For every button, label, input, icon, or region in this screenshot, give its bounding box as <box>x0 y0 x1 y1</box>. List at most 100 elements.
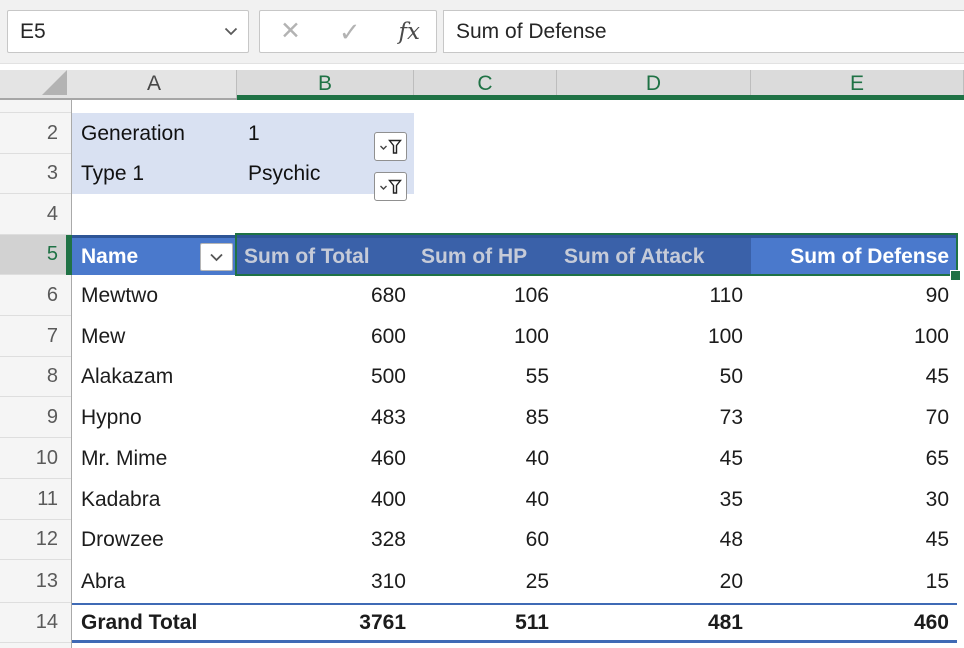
row-header-8[interactable]: 8 <box>0 357 71 397</box>
cell-D12[interactable]: 48 <box>557 520 751 560</box>
cell-E9[interactable]: 70 <box>751 397 957 438</box>
pivot-header-sum-of-attack[interactable]: Sum of Attack <box>557 238 751 275</box>
column-header-A[interactable]: A <box>72 70 237 98</box>
table-row-13: Abra310252015 <box>72 560 957 603</box>
cell-C11[interactable]: 40 <box>414 479 557 520</box>
pivot-header-sum-of-hp[interactable]: Sum of HP <box>414 238 557 275</box>
cell-E14[interactable]: 460 <box>751 605 957 640</box>
row-header-6[interactable]: 6 <box>0 275 71 316</box>
cell-reference: E5 <box>20 20 46 44</box>
cell-A7[interactable]: Mew <box>72 316 237 357</box>
cell-B12[interactable]: 328 <box>237 520 414 560</box>
column-header-E[interactable]: E <box>751 70 964 98</box>
cell-E8[interactable]: 45 <box>751 357 957 397</box>
row-header-11[interactable]: 11 <box>0 479 71 520</box>
row-header-3[interactable]: 3 <box>0 154 71 194</box>
row-header-4[interactable]: 4 <box>0 194 71 235</box>
filter-button-type-1[interactable] <box>374 172 407 201</box>
cancel-icon[interactable]: ✕ <box>280 19 301 44</box>
filter-value: Psychic <box>238 162 320 186</box>
cell-E11[interactable]: 30 <box>751 479 957 520</box>
fill-handle[interactable] <box>950 270 961 281</box>
cell-C9[interactable]: 85 <box>414 397 557 438</box>
pivot-header-row: NameSum of TotalSum of HPSum of AttackSu… <box>72 235 957 275</box>
cell-D14[interactable]: 481 <box>557 605 751 640</box>
cell-C13[interactable]: 25 <box>414 560 557 603</box>
cell-D8[interactable]: 50 <box>557 357 751 397</box>
cell-D13[interactable]: 20 <box>557 560 751 603</box>
cell-D9[interactable]: 73 <box>557 397 751 438</box>
table-row-10: Mr. Mime460404565 <box>72 438 957 479</box>
row-header-10[interactable]: 10 <box>0 438 71 479</box>
formula-input[interactable]: Sum of Defense <box>443 10 964 53</box>
cell-B9[interactable]: 483 <box>237 397 414 438</box>
cell-D11[interactable]: 35 <box>557 479 751 520</box>
filter-value: 1 <box>238 122 260 146</box>
table-row-6: Mewtwo68010611090 <box>72 275 957 316</box>
table-row-14: Grand Total3761511481460 <box>72 603 957 643</box>
cell-A12[interactable]: Drowzee <box>72 520 237 560</box>
column-header-D[interactable]: D <box>557 70 751 98</box>
cell-A9[interactable]: Hypno <box>72 397 237 438</box>
name-box[interactable]: E5 <box>7 10 249 53</box>
row-header-5[interactable]: 5 <box>0 235 71 275</box>
column-header-B[interactable]: B <box>237 70 414 98</box>
cell-C12[interactable]: 60 <box>414 520 557 560</box>
filter-field-label: Generation <box>72 122 238 146</box>
row-header-7[interactable]: 7 <box>0 316 71 357</box>
cell-E7[interactable]: 100 <box>751 316 957 357</box>
pivot-header-sum-of-defense[interactable]: Sum of Defense <box>751 238 957 275</box>
column-header-row: ABCDE <box>0 70 964 100</box>
accept-icon[interactable]: ✓ <box>339 19 361 45</box>
row-header-1[interactable]: 1 <box>0 100 71 113</box>
cell-C7[interactable]: 100 <box>414 316 557 357</box>
row-header-14[interactable]: 14 <box>0 603 71 643</box>
formula-text: Sum of Defense <box>456 20 607 44</box>
filter-row-1: Generation1 <box>72 113 414 154</box>
table-row-8: Alakazam500555045 <box>72 357 957 397</box>
cell-E12[interactable]: 45 <box>751 520 957 560</box>
select-all-triangle-icon <box>42 70 67 95</box>
row-header-12[interactable]: 12 <box>0 520 71 560</box>
table-row-7: Mew600100100100 <box>72 316 957 357</box>
table-row-12: Drowzee328604845 <box>72 520 957 560</box>
cell-A11[interactable]: Kadabra <box>72 479 237 520</box>
cell-D10[interactable]: 45 <box>557 438 751 479</box>
cell-B6[interactable]: 680 <box>237 275 414 316</box>
name-box-chevron-icon[interactable] <box>224 27 238 36</box>
cell-B14[interactable]: 3761 <box>237 605 414 640</box>
cell-A14[interactable]: Grand Total <box>72 605 237 640</box>
cell-D6[interactable]: 110 <box>557 275 751 316</box>
pivot-header-name[interactable]: Name <box>72 238 237 275</box>
cell-A13[interactable]: Abra <box>72 560 237 603</box>
cell-B13[interactable]: 310 <box>237 560 414 603</box>
column-header-C[interactable]: C <box>414 70 557 98</box>
table-row-11: Kadabra400403530 <box>72 479 957 520</box>
cell-A8[interactable]: Alakazam <box>72 357 237 397</box>
select-all-button[interactable] <box>0 70 73 98</box>
row-header-column: 1234567891011121314 <box>0 100 72 648</box>
cell-C6[interactable]: 106 <box>414 275 557 316</box>
sheet-area: Generation1Type 1Psychic NameSum of Tota… <box>72 100 964 648</box>
filter-row-2: Type 1Psychic <box>72 154 414 194</box>
cell-B8[interactable]: 500 <box>237 357 414 397</box>
funnel-filter-icon <box>379 177 403 197</box>
cell-C14[interactable]: 511 <box>414 605 557 640</box>
cell-A6[interactable]: Mewtwo <box>72 275 237 316</box>
pivot-header-sum-of-total[interactable]: Sum of Total <box>237 238 414 275</box>
cell-D7[interactable]: 100 <box>557 316 751 357</box>
name-filter-dropdown[interactable] <box>200 243 233 271</box>
cell-B10[interactable]: 460 <box>237 438 414 479</box>
cell-E10[interactable]: 65 <box>751 438 957 479</box>
row-header-9[interactable]: 9 <box>0 397 71 438</box>
cell-B7[interactable]: 600 <box>237 316 414 357</box>
cell-E13[interactable]: 15 <box>751 560 957 603</box>
row-header-2[interactable]: 2 <box>0 113 71 154</box>
cell-A10[interactable]: Mr. Mime <box>72 438 237 479</box>
row-header-13[interactable]: 13 <box>0 560 71 603</box>
cell-B11[interactable]: 400 <box>237 479 414 520</box>
cell-C8[interactable]: 55 <box>414 357 557 397</box>
insert-function-icon[interactable]: fx <box>399 19 420 45</box>
cell-C10[interactable]: 40 <box>414 438 557 479</box>
cell-E6[interactable]: 90 <box>751 275 957 316</box>
